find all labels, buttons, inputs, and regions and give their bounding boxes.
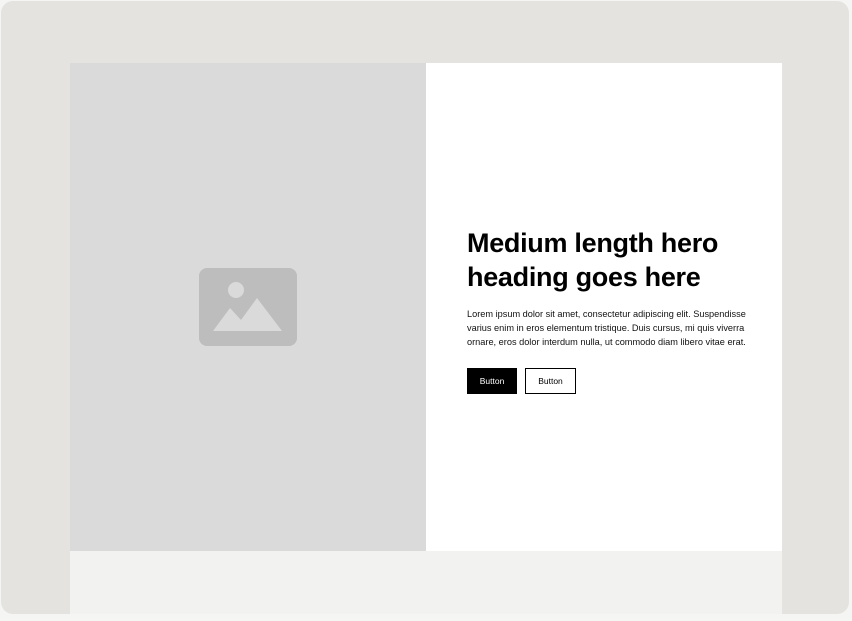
wireframe-frame: Medium length hero heading goes here Lor… [1,1,849,614]
hero-image-placeholder [70,63,426,551]
primary-button[interactable]: Button [467,368,517,394]
hero-heading: Medium length hero heading goes here [467,228,719,292]
hero-button-row: Button Button [467,368,757,394]
page-canvas: Medium length hero heading goes here Lor… [70,63,782,614]
hero-text-block: Medium length hero heading goes here Lor… [467,226,757,394]
secondary-button[interactable]: Button [525,368,576,394]
hero-paragraph: Lorem ipsum dolor sit amet, consectetur … [467,309,746,347]
hero-section: Medium length hero heading goes here Lor… [70,63,782,551]
hero-content: Medium length hero heading goes here Lor… [426,63,782,551]
image-placeholder-icon [199,268,297,346]
